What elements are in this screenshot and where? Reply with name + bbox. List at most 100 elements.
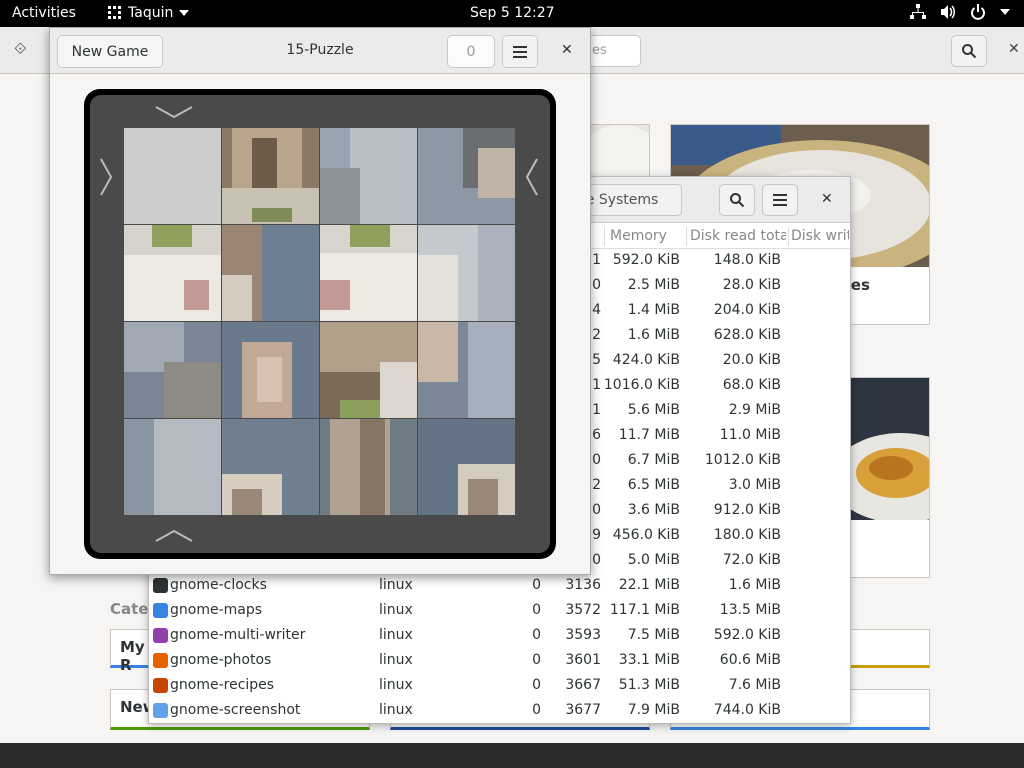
- process-disk-read: 7.6 MiB: [728, 677, 781, 693]
- puzzle-tile[interactable]: [222, 128, 319, 224]
- puzzle-tile[interactable]: [320, 419, 417, 515]
- app-icon: [153, 703, 168, 718]
- puzzle-empty-slot[interactable]: [124, 128, 221, 224]
- category-label: My R: [120, 638, 145, 674]
- puzzle-tile[interactable]: [222, 322, 319, 418]
- close-icon[interactable]: ✕: [821, 191, 833, 207]
- recipes-search-entry[interactable]: es: [585, 35, 641, 67]
- hamburger-icon: [773, 194, 787, 206]
- tile-image: [124, 322, 221, 418]
- recipes-search-button[interactable]: [951, 35, 987, 67]
- process-row[interactable]: gnome-recipes linux 0 3667 51.3 MiB 7.6 MiB: [149, 674, 850, 699]
- menu-button[interactable]: [762, 184, 798, 216]
- process-name: gnome-multi-writer: [170, 627, 306, 643]
- chevron-down-icon: [1000, 9, 1010, 15]
- tile-image: [222, 322, 319, 418]
- app-icon: [153, 653, 168, 668]
- chevron-left-icon[interactable]: [524, 157, 540, 197]
- app-menu-label: Taquin: [128, 5, 174, 21]
- process-memory: 1.4 MiB: [627, 302, 680, 318]
- tile-image: [222, 419, 319, 515]
- process-user: linux: [379, 652, 413, 668]
- process-row[interactable]: gnome-screenshot linux 0 3677 7.9 MiB 744.0 K…: [149, 699, 850, 724]
- chevron-down-icon[interactable]: [154, 104, 194, 120]
- activities-button[interactable]: Activities: [12, 5, 76, 21]
- process-name: gnome-maps: [170, 602, 263, 618]
- process-memory: 7.9 MiB: [627, 702, 680, 718]
- puzzle-board-frame: [84, 89, 556, 559]
- process-disk-read: 13.5 MiB: [719, 602, 781, 618]
- hamburger-icon: [513, 45, 527, 58]
- chevron-up-icon[interactable]: [154, 528, 194, 544]
- column-disk-write[interactable]: Disk writ: [791, 228, 849, 244]
- process-disk-read: 28.0 KiB: [722, 277, 781, 293]
- tile-image: [320, 225, 417, 321]
- process-memory: 456.0 KiB: [612, 527, 680, 543]
- taquin-header: New Game 15-Puzzle 0 ✕: [50, 28, 590, 74]
- puzzle-tile[interactable]: [124, 322, 221, 418]
- process-disk-read: 1012.0 KiB: [704, 452, 781, 468]
- chevron-right-icon[interactable]: [98, 157, 114, 197]
- process-memory: 1016.0 KiB: [603, 377, 680, 393]
- process-memory: 7.5 MiB: [627, 627, 680, 643]
- puzzle-board: [90, 95, 550, 553]
- process-cpu: 0: [532, 702, 541, 718]
- menu-button[interactable]: [502, 35, 538, 68]
- puzzle-grid: [124, 128, 516, 520]
- recipe-card[interactable]: [850, 377, 930, 578]
- clock[interactable]: Sep 5 12:27: [470, 5, 555, 21]
- close-icon[interactable]: ✕: [561, 42, 573, 58]
- puzzle-tile[interactable]: [222, 419, 319, 515]
- process-memory: 1.6 MiB: [627, 327, 680, 343]
- process-memory: 11.7 MiB: [618, 427, 680, 443]
- puzzle-tile[interactable]: [320, 128, 417, 224]
- process-row[interactable]: gnome-photos linux 0 3601 33.1 MiB 60.6 MiB: [149, 649, 850, 674]
- volume-icon: [941, 5, 955, 19]
- process-user: linux: [379, 702, 413, 718]
- process-memory: 424.0 KiB: [612, 352, 680, 368]
- puzzle-tile[interactable]: [418, 322, 515, 418]
- tile-image: [320, 128, 417, 224]
- process-memory: 22.1 MiB: [618, 577, 680, 593]
- column-memory[interactable]: Memory: [610, 228, 680, 244]
- process-user: linux: [379, 602, 413, 618]
- column-disk-read[interactable]: Disk read tota: [690, 228, 786, 244]
- new-game-button[interactable]: New Game: [57, 35, 163, 68]
- puzzle-tile[interactable]: [124, 225, 221, 321]
- puzzle-tile[interactable]: [418, 128, 515, 224]
- tile-image: [124, 225, 221, 321]
- process-row[interactable]: gnome-multi-writer linux 0 3593 7.5 MiB 592.0…: [149, 624, 850, 649]
- puzzle-tile[interactable]: [418, 419, 515, 515]
- process-row[interactable]: gnome-maps linux 0 3572 117.1 MiB 13.5 MiB: [149, 599, 850, 624]
- process-disk-read: 2.9 MiB: [728, 402, 781, 418]
- search-button[interactable]: [719, 184, 755, 216]
- process-row[interactable]: gnome-clocks linux 0 3136 22.1 MiB 1.6 MiB: [149, 574, 850, 599]
- process-memory: 5.6 MiB: [627, 402, 680, 418]
- column-separator: [686, 227, 687, 246]
- tile-image: [418, 225, 515, 321]
- moves-counter: 0: [447, 35, 495, 68]
- process-memory: 6.5 MiB: [627, 477, 680, 493]
- process-name: gnome-screenshot: [170, 702, 301, 718]
- recipes-nav-icon[interactable]: ⟐: [14, 39, 27, 59]
- category-box[interactable]: [850, 629, 930, 668]
- process-name: gnome-photos: [170, 652, 272, 668]
- process-memory: 117.1 MiB: [609, 602, 680, 618]
- process-disk-read: 204.0 KiB: [713, 302, 781, 318]
- tile-image: [320, 419, 417, 515]
- puzzle-tile[interactable]: [222, 225, 319, 321]
- process-disk-read: 912.0 KiB: [713, 502, 781, 518]
- process-cpu: 0: [532, 677, 541, 693]
- puzzle-tile[interactable]: [320, 225, 417, 321]
- system-menu[interactable]: [910, 4, 1010, 20]
- tile-image: [124, 419, 221, 515]
- puzzle-tile[interactable]: [124, 419, 221, 515]
- taquin-window: New Game 15-Puzzle 0 ✕: [49, 27, 591, 575]
- app-menu[interactable]: Taquin: [108, 5, 190, 21]
- recipe-photo: [851, 378, 929, 520]
- bottom-bar: [0, 743, 1024, 768]
- close-icon[interactable]: ✕: [1008, 41, 1020, 57]
- puzzle-tile[interactable]: [320, 322, 417, 418]
- puzzle-tile[interactable]: [418, 225, 515, 321]
- process-disk-read: 592.0 KiB: [713, 627, 781, 643]
